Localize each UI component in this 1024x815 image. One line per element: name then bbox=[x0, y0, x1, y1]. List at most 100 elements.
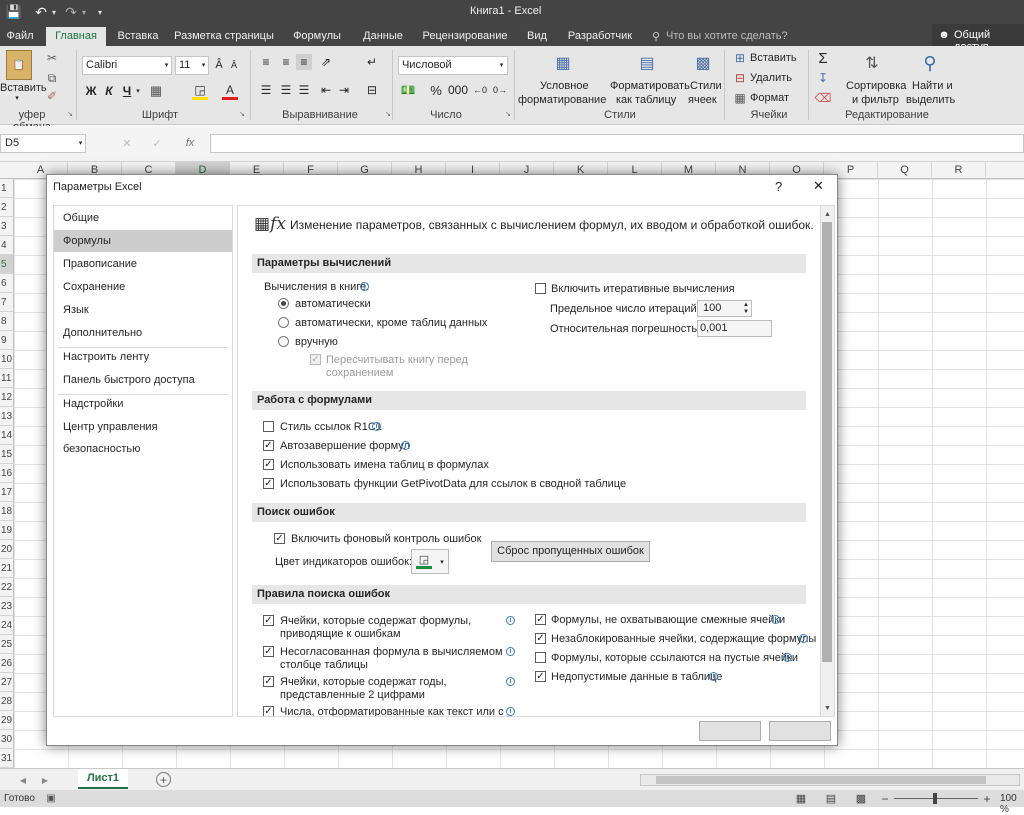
rule-unlocked-formulas-label[interactable]: Незаблокированные ячейки, содержащие фор… bbox=[551, 633, 816, 646]
number-format-box[interactable]: Числовой bbox=[398, 56, 508, 75]
rule-formula-errors-checkbox[interactable]: ✓ bbox=[263, 615, 274, 626]
tab-review[interactable]: Рецензирование bbox=[418, 27, 512, 46]
background-check-label[interactable]: Включить фоновый контроль ошибок bbox=[291, 533, 481, 546]
getpivotdata-label[interactable]: Использовать функции GetPivotData для сс… bbox=[280, 478, 626, 491]
format-painter-icon[interactable]: ✐ bbox=[44, 88, 60, 104]
underline-button[interactable]: Ч bbox=[120, 82, 134, 100]
rule-invalid-table-data-label[interactable]: Недопустимые данные в таблице bbox=[551, 671, 722, 684]
iterative-checkbox[interactable] bbox=[535, 283, 546, 294]
iterative-label[interactable]: Включить итеративные вычисления bbox=[551, 283, 735, 296]
max-change-input[interactable]: 0,001 bbox=[697, 320, 772, 337]
font-size-dropdown-icon[interactable]: ▾ bbox=[199, 60, 208, 70]
row-header-14[interactable]: 14 bbox=[0, 426, 14, 445]
row-header-8[interactable]: 8 bbox=[0, 312, 14, 331]
format-table-label-2[interactable]: как таблицу bbox=[616, 94, 676, 106]
row-header-17[interactable]: 17 bbox=[0, 483, 14, 502]
fill-icon[interactable]: ↧ bbox=[814, 70, 832, 86]
currency-icon[interactable]: 💵 bbox=[400, 82, 416, 98]
zoom-slider-thumb[interactable] bbox=[933, 793, 937, 804]
tab-home[interactable]: Главная bbox=[46, 27, 106, 46]
customize-qat-icon[interactable]: ▾ bbox=[95, 5, 105, 19]
sidebar-item-customize-ribbon[interactable]: Настроить ленту bbox=[54, 346, 232, 368]
add-sheet-icon[interactable]: + bbox=[156, 772, 171, 787]
clear-icon[interactable]: ⌫ bbox=[814, 90, 832, 106]
row-header-29[interactable]: 29 bbox=[0, 711, 14, 730]
sidebar-item-quick-access[interactable]: Панель быстрого доступа bbox=[54, 369, 232, 391]
row-header-15[interactable]: 15 bbox=[0, 445, 14, 464]
delete-cells-label[interactable]: Удалить bbox=[750, 72, 792, 84]
tab-file[interactable]: Файл bbox=[0, 27, 40, 46]
font-launcher-icon[interactable]: ↘ bbox=[238, 110, 246, 118]
rule-omit-adjacent-checkbox[interactable]: ✓ bbox=[535, 614, 546, 625]
save-icon[interactable]: 💾 bbox=[6, 4, 22, 20]
row-header-22[interactable]: 22 bbox=[0, 578, 14, 597]
tab-insert[interactable]: Вставка bbox=[110, 27, 166, 46]
help-button[interactable]: ? bbox=[775, 179, 782, 194]
r1c1-checkbox[interactable] bbox=[263, 421, 274, 432]
tab-page-layout[interactable]: Разметка страницы bbox=[172, 27, 276, 46]
r1c1-label[interactable]: Стиль ссылок R1C1 bbox=[280, 421, 382, 434]
prev-sheet-icon[interactable]: ◀ bbox=[18, 774, 28, 786]
align-top-icon[interactable]: ≡ bbox=[258, 54, 274, 70]
max-iterations-spinner-icon[interactable]: ▲ ▼ bbox=[741, 301, 751, 316]
row-header-20[interactable]: 20 bbox=[0, 540, 14, 559]
row-header-7[interactable]: 7 bbox=[0, 293, 14, 312]
number-format-dropdown-icon[interactable]: ▾ bbox=[497, 60, 506, 70]
row-header-5[interactable]: 5 bbox=[0, 255, 14, 274]
sidebar-item-advanced[interactable]: Дополнительно bbox=[54, 322, 232, 344]
merge-center-icon[interactable]: ⊟ bbox=[364, 82, 380, 98]
page-break-view-icon[interactable]: ▩ bbox=[854, 792, 868, 805]
cancel-button[interactable] bbox=[769, 721, 831, 741]
name-box-dropdown-icon[interactable]: ▾ bbox=[76, 138, 85, 148]
row-header-9[interactable]: 9 bbox=[0, 331, 14, 350]
paste-label[interactable]: Вставить bbox=[0, 82, 47, 94]
normal-view-icon[interactable]: ▦ bbox=[794, 792, 808, 805]
recalc-before-save-checkbox[interactable]: ✓ bbox=[310, 354, 321, 365]
rule-numbers-as-text-checkbox[interactable]: ✓ bbox=[263, 706, 274, 716]
rule-empty-cells-checkbox[interactable] bbox=[535, 652, 546, 663]
scroll-down-icon[interactable]: ▼ bbox=[821, 702, 834, 714]
row-header-28[interactable]: 28 bbox=[0, 692, 14, 711]
row-header-6[interactable]: 6 bbox=[0, 274, 14, 293]
page-layout-view-icon[interactable]: ▤ bbox=[824, 792, 838, 805]
sidebar-item-proofing[interactable]: Правописание bbox=[54, 253, 232, 275]
macro-record-icon[interactable]: ▣ bbox=[44, 792, 58, 805]
orientation-icon[interactable]: ⇗ bbox=[318, 54, 334, 70]
rule-inconsistent-column-label-2[interactable]: столбце таблицы bbox=[280, 659, 368, 672]
format-cells-icon[interactable]: ▦ bbox=[732, 90, 748, 106]
vertical-scroll-thumb[interactable] bbox=[822, 222, 832, 662]
increase-indent-icon[interactable]: ⇥ bbox=[336, 82, 352, 98]
increase-font-icon[interactable]: Â bbox=[213, 56, 225, 74]
undo-dropdown-icon[interactable]: ▾ bbox=[50, 5, 58, 19]
sidebar-item-general[interactable]: Общие bbox=[54, 207, 232, 229]
rule-inconsistent-column-label-1[interactable]: Несогласованная формула в вычисляемом bbox=[280, 646, 503, 659]
autocomplete-label[interactable]: Автозавершение формул bbox=[280, 440, 410, 453]
row-header-26[interactable]: 26 bbox=[0, 654, 14, 673]
rule-unlocked-formulas-checkbox[interactable]: ✓ bbox=[535, 633, 546, 644]
ok-button[interactable] bbox=[699, 721, 761, 741]
cell-styles-label-2[interactable]: ячеек bbox=[688, 94, 717, 106]
cell-styles-icon[interactable]: ▩ bbox=[692, 50, 714, 76]
row-header-4[interactable]: 4 bbox=[0, 236, 14, 255]
row-header-23[interactable]: 23 bbox=[0, 597, 14, 616]
background-check-checkbox[interactable]: ✓ bbox=[274, 533, 285, 544]
cut-icon[interactable]: ✂ bbox=[44, 50, 60, 66]
rule-numbers-as-text-label[interactable]: Числа, отформатированные как текст или с bbox=[280, 706, 504, 716]
number-launcher-icon[interactable]: ↘ bbox=[504, 110, 512, 118]
close-button[interactable]: ✕ bbox=[813, 178, 824, 194]
sidebar-item-language[interactable]: Язык bbox=[54, 299, 232, 321]
sort-filter-icon[interactable]: ⇅ bbox=[860, 50, 884, 76]
underline-dropdown-icon[interactable]: ▾ bbox=[134, 86, 142, 96]
redo-icon[interactable]: ↷ bbox=[62, 3, 80, 21]
tab-formulas[interactable]: Формулы bbox=[286, 27, 348, 46]
row-header-3[interactable]: 3 bbox=[0, 217, 14, 236]
zoom-in-icon[interactable]: + bbox=[982, 792, 992, 806]
decrease-indent-icon[interactable]: ⇤ bbox=[318, 82, 334, 98]
tab-view[interactable]: Вид bbox=[520, 27, 554, 46]
row-header-30[interactable]: 30 bbox=[0, 730, 14, 749]
conditional-format-label-1[interactable]: Условное bbox=[540, 80, 589, 92]
table-names-label[interactable]: Использовать имена таблиц в формулах bbox=[280, 459, 489, 472]
rule-empty-cells-label[interactable]: Формулы, которые ссылаются на пустые яче… bbox=[551, 652, 798, 665]
paste-dropdown-icon[interactable]: ▾ bbox=[12, 94, 22, 102]
calc-auto-except-label[interactable]: автоматически, кроме таблиц данных bbox=[295, 317, 487, 330]
